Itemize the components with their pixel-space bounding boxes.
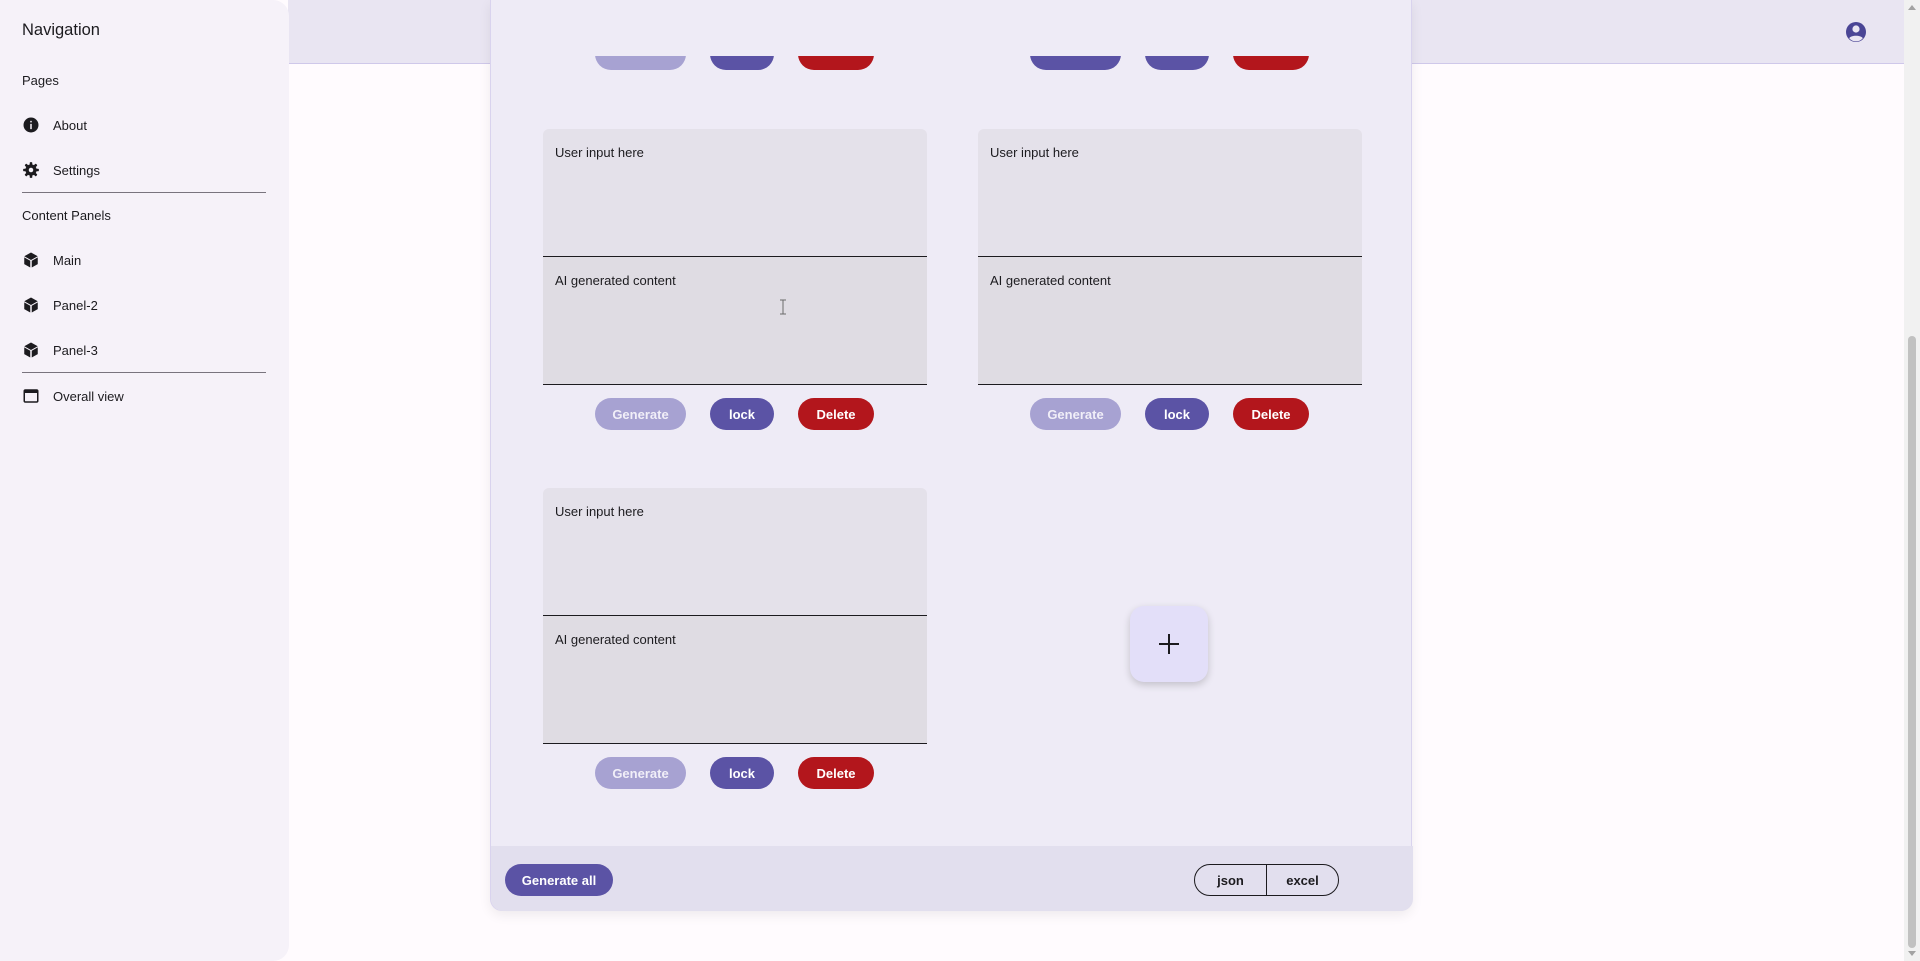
generate-button[interactable]: Generate [595, 757, 686, 789]
ai-output-field[interactable]: AI generated content [543, 616, 927, 744]
lock-button[interactable]: lock [710, 757, 774, 789]
generate-button[interactable]: Generate [595, 398, 686, 430]
delete-button[interactable] [1233, 56, 1309, 70]
add-panel-button[interactable] [1130, 606, 1208, 682]
user-input-field[interactable]: User input here [543, 488, 927, 616]
generate-all-button[interactable]: Generate all [505, 864, 613, 896]
sidebar-item-panel-3[interactable]: Panel-3 [12, 332, 266, 368]
sidebar-item-panel-2[interactable]: Panel-2 [12, 287, 266, 323]
cube-icon [24, 297, 38, 313]
lock-button[interactable] [710, 56, 774, 70]
sidebar-divider [22, 192, 266, 193]
generate-button[interactable] [1030, 56, 1121, 70]
sidebar-divider [22, 372, 266, 373]
cube-icon [24, 342, 38, 358]
sidebar-item-overall-view[interactable]: Overall view [12, 378, 266, 414]
ai-output-field[interactable]: AI generated content [978, 257, 1362, 385]
sidebar-item-label: Settings [53, 162, 100, 178]
generate-button[interactable]: Generate [1030, 398, 1121, 430]
gear-icon [23, 162, 39, 178]
generate-button[interactable] [595, 56, 686, 70]
input-placeholder: User input here [555, 504, 644, 519]
content-card: User input here AI generated content Gen… [490, 0, 1413, 911]
ai-output-field[interactable]: AI generated content [543, 257, 927, 385]
info-icon [23, 117, 39, 133]
lock-button[interactable]: lock [710, 398, 774, 430]
sidebar-item-label: Panel-2 [53, 297, 98, 313]
delete-button[interactable]: Delete [1233, 398, 1309, 430]
action-footer: Generate all json excel [491, 846, 1413, 911]
input-placeholder: User input here [990, 145, 1079, 160]
scroll-down-icon[interactable] [1908, 951, 1916, 956]
lock-button[interactable] [1145, 56, 1209, 70]
sidebar-item-label: Panel-3 [53, 342, 98, 358]
window-icon [23, 389, 39, 403]
sidebar-item-label: Overall view [53, 388, 124, 404]
navigation-title: Navigation [22, 21, 100, 39]
lock-button[interactable]: lock [1145, 398, 1209, 430]
section-label-content-panels: Content Panels [22, 208, 111, 223]
sidebar-item-about[interactable]: About [12, 107, 266, 143]
navigation-drawer: Navigation Pages About Settings Content … [0, 0, 289, 961]
user-input-field[interactable]: User input here [543, 129, 927, 257]
output-placeholder: AI generated content [555, 273, 676, 288]
output-placeholder: AI generated content [555, 632, 676, 647]
sidebar-item-label: About [53, 117, 87, 133]
delete-button[interactable]: Delete [798, 757, 874, 789]
plus-icon [1159, 634, 1179, 654]
vertical-scrollbar[interactable] [1904, 0, 1920, 961]
cube-icon [24, 252, 38, 268]
section-label-pages: Pages [22, 73, 59, 88]
account-circle-icon[interactable] [1844, 20, 1868, 44]
export-json-button[interactable]: json [1194, 864, 1267, 896]
delete-button[interactable] [798, 56, 874, 70]
scroll-up-icon[interactable] [1908, 5, 1916, 10]
user-input-field[interactable]: User input here [978, 129, 1362, 257]
sidebar-item-settings[interactable]: Settings [12, 152, 266, 188]
sidebar-item-label: Main [53, 252, 82, 268]
sidebar-item-main[interactable]: Main [12, 242, 266, 278]
input-placeholder: User input here [555, 145, 644, 160]
text-cursor-icon [780, 299, 786, 315]
export-excel-button[interactable]: excel [1266, 864, 1339, 896]
delete-button[interactable]: Delete [798, 398, 874, 430]
scrollbar-thumb[interactable] [1908, 336, 1916, 948]
output-placeholder: AI generated content [990, 273, 1111, 288]
